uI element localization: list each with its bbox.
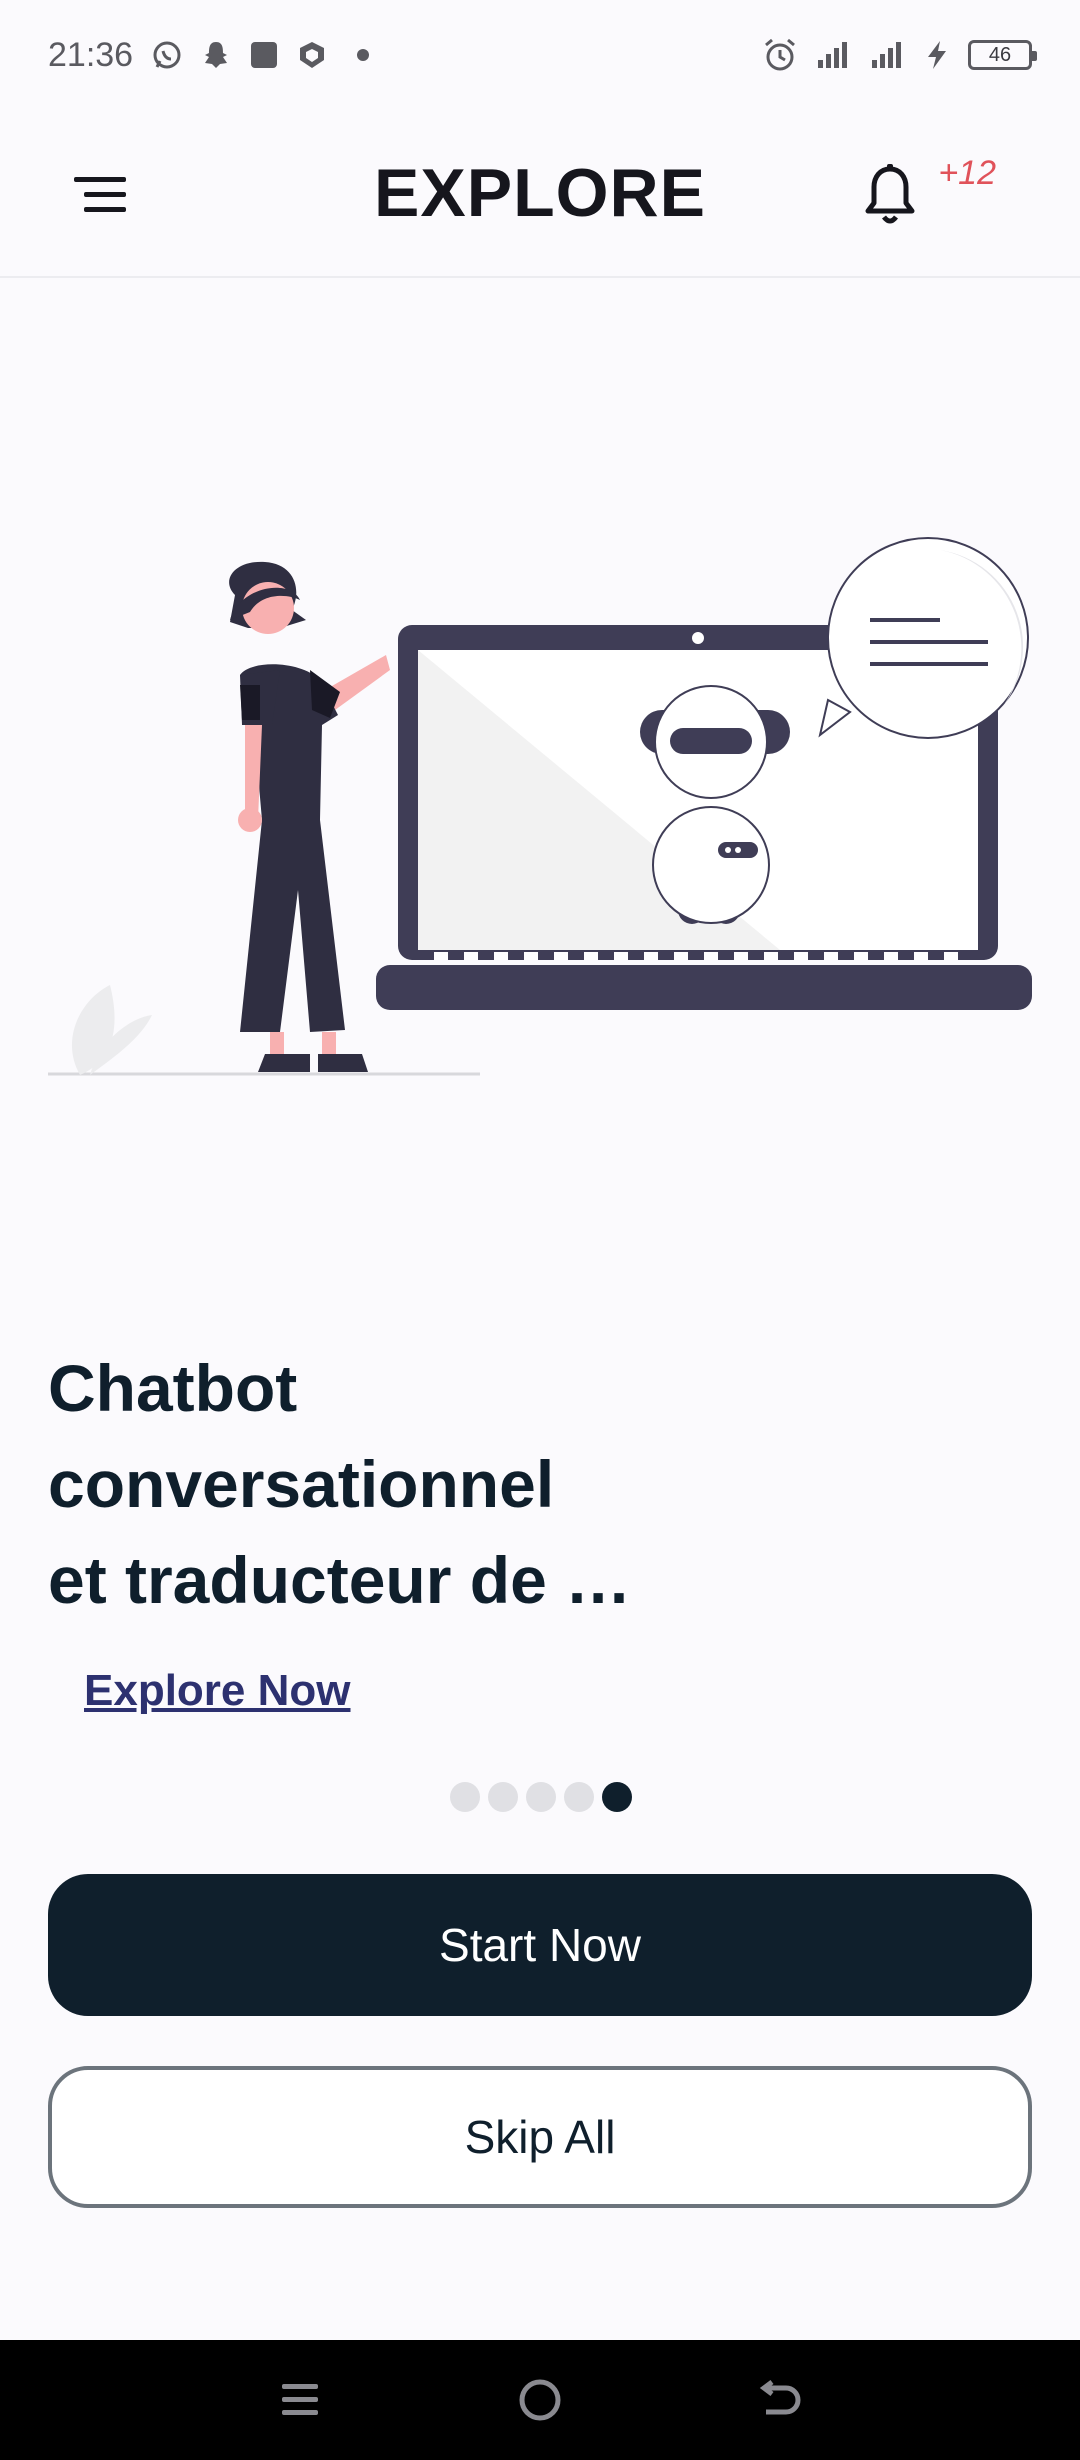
signal-icon — [816, 40, 852, 70]
shield-icon — [297, 40, 327, 70]
status-bar: 21:36 46 — [0, 0, 1080, 110]
chatbot-illustration — [48, 537, 1032, 1076]
pager-indicator — [450, 1782, 632, 1812]
back-button[interactable] — [740, 2360, 820, 2440]
pager-dot[interactable] — [526, 1782, 556, 1812]
skip-all-button[interactable]: Skip All — [48, 2066, 1032, 2208]
pager-dot[interactable] — [450, 1782, 480, 1812]
status-time: 21:36 — [48, 35, 134, 74]
status-left: 21:36 — [48, 35, 370, 75]
notifications-button[interactable] — [850, 156, 930, 236]
signal-icon — [870, 40, 906, 70]
explore-now-link[interactable]: Explore Now — [84, 1666, 351, 1716]
recents-icon — [282, 2384, 318, 2415]
app-bar: EXPLORE +12 — [0, 110, 1080, 278]
start-now-button[interactable]: Start Now — [48, 1874, 1032, 2016]
pager-dot[interactable] — [488, 1782, 518, 1812]
bell-icon — [865, 164, 915, 224]
slide-title-line: Chatbot — [48, 1351, 298, 1425]
charging-icon — [924, 39, 950, 71]
recents-button[interactable] — [260, 2360, 340, 2440]
back-icon — [759, 2380, 801, 2415]
home-icon — [519, 2379, 561, 2421]
menu-button[interactable] — [60, 160, 140, 230]
pager-dot-active[interactable] — [602, 1782, 632, 1812]
snapchat-icon — [201, 39, 231, 71]
whatsapp-icon — [151, 39, 183, 71]
notification-dot — [357, 49, 370, 61]
home-button[interactable] — [500, 2360, 580, 2440]
menu-icon — [74, 177, 126, 212]
app-square-icon — [249, 40, 279, 70]
pager-dot[interactable] — [564, 1782, 594, 1812]
page-title: EXPLORE — [374, 155, 706, 231]
slide-title-line: conversationnel — [48, 1447, 555, 1521]
slide-title: Chatbot conversationnel et traducteur de… — [48, 1340, 848, 1628]
slide-title-line: et traducteur de … — [48, 1543, 632, 1617]
notification-count-badge: +12 — [938, 154, 996, 192]
battery-indicator: 46 — [968, 40, 1037, 70]
system-nav-bar — [0, 2340, 1080, 2460]
status-right: 46 — [762, 37, 1037, 73]
alarm-icon — [762, 37, 798, 73]
